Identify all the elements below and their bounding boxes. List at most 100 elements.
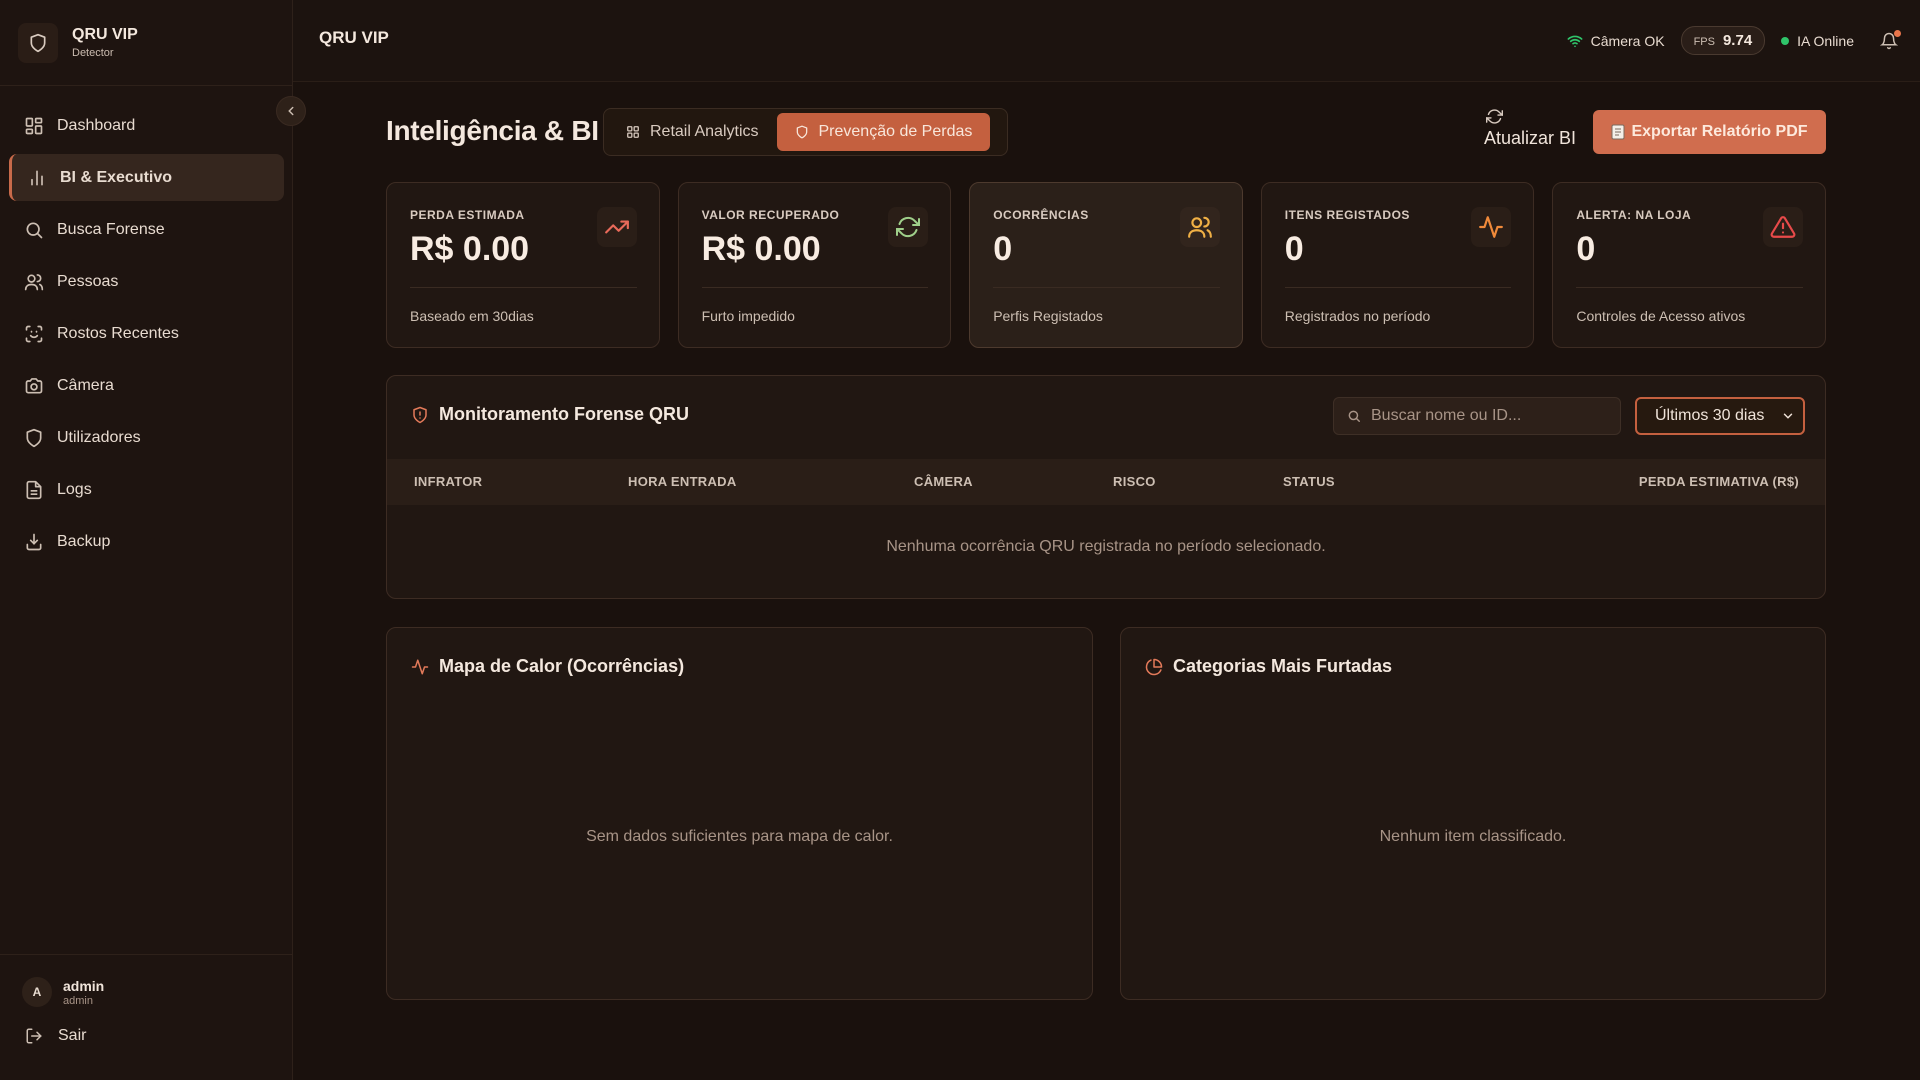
topbar: QRU VIP Câmera OK FPS 9.74 IA Online (293, 0, 1920, 82)
grid-icon (626, 125, 640, 139)
view-tabs: Retail Analytics Prevenção de Perdas (603, 108, 1008, 156)
sidebar-item-label: Câmera (57, 376, 114, 394)
top-categories-panel: Categorias Mais Furtadas Nenhum item cla… (1120, 627, 1826, 1000)
fps-badge: FPS 9.74 (1680, 26, 1766, 55)
refresh-bi-label: Atualizar BI (1484, 128, 1577, 148)
panel-title: Monitoramento Forense QRU (439, 404, 690, 424)
sidebar-item-camera[interactable]: Câmera (9, 362, 284, 409)
period-select-value: Últimos 30 dias (1655, 407, 1765, 424)
sidebar-item-backup[interactable]: Backup (9, 518, 284, 565)
kpi-subtext: Registrados no período (1284, 308, 1431, 324)
export-pdf-label: Exportar Relatório PDF (1631, 123, 1808, 140)
tab-prevencao-de-perdas[interactable]: Prevenção de Perdas (776, 113, 991, 151)
sidebar-item-label: Pessoas (57, 272, 119, 290)
categories-empty-state: Nenhum item classificado. (1379, 828, 1567, 845)
refresh-icon (1486, 108, 1576, 125)
column-header: STATUS (1283, 474, 1335, 489)
avatar: A (22, 977, 52, 1007)
sidebar-item-logs[interactable]: Logs (9, 466, 284, 513)
kpi-card-perda-estimada: PERDA ESTIMADA R$ 0.00 Baseado em 30dias (386, 182, 660, 348)
heatmap-empty-state: Sem dados suficientes para mapa de calor… (586, 828, 893, 845)
users-icon (1179, 207, 1220, 247)
online-dot-icon (1781, 36, 1790, 45)
grid-icon (24, 116, 44, 136)
refresh-bi-button[interactable]: Atualizar BI (1484, 108, 1576, 149)
search-input[interactable]: Buscar nome ou ID... (1333, 397, 1621, 435)
sidebar-footer: A admin admin Sair (0, 954, 293, 1080)
tab-label: Retail Analytics (650, 123, 759, 140)
brand-title: QRU VIP (72, 26, 138, 43)
panel-title: Categorias Mais Furtadas (1173, 656, 1393, 676)
notification-badge (1894, 29, 1901, 37)
camera-icon (24, 376, 44, 396)
kpi-card-valor-recuperado: VALOR RECUPERADO R$ 0.00 Furto impedido (677, 182, 952, 348)
kpi-label: ALERTA: NA LOJA (1576, 208, 1692, 222)
heatmap-panel: Mapa de Calor (Ocorrências) Sem dados su… (386, 627, 1093, 1000)
trending-up-icon (596, 207, 637, 247)
tab-retail-analytics[interactable]: Retail Analytics (608, 113, 777, 151)
page-title: Inteligência & BI (386, 115, 599, 146)
sidebar-item-label: BI & Executivo (60, 168, 173, 186)
sidebar-item-utilizadores[interactable]: Utilizadores (9, 414, 284, 461)
panel-title: Mapa de Calor (Ocorrências) (439, 656, 685, 676)
camera-status: Câmera OK (1567, 33, 1665, 49)
refresh-icon (888, 207, 929, 247)
column-header: PERDA ESTIMATIVA (R$) (1638, 474, 1799, 489)
panel-header: Mapa de Calor (Ocorrências) (411, 656, 684, 677)
divider (1576, 287, 1803, 288)
shield-icon (18, 22, 58, 63)
file-text-icon (24, 480, 44, 500)
kpi-label: OCORRÊNCIAS (993, 208, 1089, 222)
fps-label: FPS (1693, 36, 1715, 48)
sidebar-item-rostos-recentes[interactable]: Rostos Recentes (9, 310, 284, 357)
column-header: INFRATOR (414, 474, 483, 489)
logout-label: Sair (58, 1027, 87, 1044)
user-name: admin (63, 977, 105, 994)
kpi-label: ITENS REGISTADOS (1284, 208, 1410, 222)
search-icon (1347, 409, 1361, 423)
divider (993, 287, 1220, 288)
alert-triangle-icon (1762, 207, 1803, 247)
period-select[interactable]: Últimos 30 dias (1635, 397, 1805, 435)
collapse-sidebar-button[interactable] (276, 96, 306, 126)
column-header: CÂMERA (914, 474, 973, 489)
divider (1284, 287, 1512, 288)
column-header: RISCO (1113, 474, 1156, 489)
kpi-subtext: Controles de Acesso ativos (1576, 308, 1746, 324)
users-icon (24, 272, 44, 292)
table-header: INFRATOR HORA ENTRADA CÂMERA RISCO STATU… (387, 459, 1825, 505)
shield-icon (795, 125, 809, 139)
bar-chart-icon (27, 168, 47, 188)
sidebar-item-label: Logs (57, 480, 92, 498)
brand: QRU VIP Detector (0, 0, 292, 86)
kpi-cards: PERDA ESTIMADA R$ 0.00 Baseado em 30dias… (386, 182, 1826, 348)
panel-header: Categorias Mais Furtadas (1145, 656, 1392, 677)
sidebar-item-label: Rostos Recentes (57, 324, 179, 342)
face-scan-icon (24, 324, 44, 344)
status-bar: Câmera OK FPS 9.74 IA Online (1567, 26, 1901, 55)
sidebar-item-dashboard[interactable]: Dashboard (9, 102, 284, 149)
user-profile[interactable]: A admin admin (0, 955, 293, 1007)
table-empty-state: Nenhuma ocorrência QRU registrada no per… (886, 538, 1326, 555)
search-placeholder: Buscar nome ou ID... (1371, 407, 1522, 424)
sidebar-item-busca-forense[interactable]: Busca Forense (9, 206, 284, 253)
sidebar-item-bi-executivo[interactable]: BI & Executivo (9, 154, 284, 201)
wifi-icon (1567, 33, 1583, 49)
download-icon (24, 532, 44, 552)
topbar-title: QRU VIP (319, 28, 389, 47)
logout-button[interactable]: Sair (0, 1007, 293, 1045)
kpi-subtext: Perfis Registados (993, 308, 1103, 324)
kpi-value: R$ 0.00 (410, 230, 530, 268)
kpi-label: VALOR RECUPERADO (701, 208, 840, 222)
kpi-value: R$ 0.00 (701, 230, 821, 268)
sidebar-item-label: Dashboard (57, 116, 136, 134)
kpi-value: 0 (1284, 230, 1304, 268)
sidebar-item-pessoas[interactable]: Pessoas (9, 258, 284, 305)
notifications-button[interactable] (1880, 29, 1901, 50)
chevron-down-icon (1781, 409, 1795, 423)
sidebar-nav: Dashboard BI & Executivo Busca Forense P… (0, 102, 293, 570)
sidebar-item-label: Backup (57, 532, 111, 550)
kpi-card-itens-registados: ITENS REGISTADOS 0 Registrados no períod… (1260, 182, 1535, 348)
export-pdf-button[interactable]: Exportar Relatório PDF (1593, 110, 1826, 154)
sidebar: QRU VIP Detector Dashboard BI & Executiv… (0, 0, 293, 1080)
